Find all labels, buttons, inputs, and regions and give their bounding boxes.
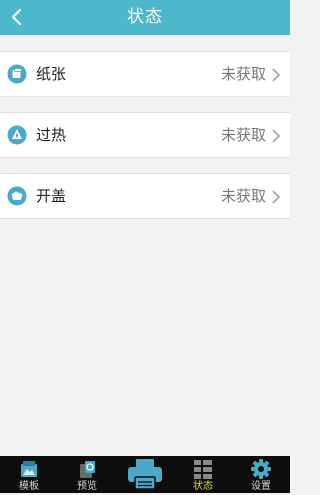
- status-row-cover-open[interactable]: 开盖 未获取: [0, 173, 290, 219]
- tab-label: 设置: [251, 481, 271, 492]
- tab-settings[interactable]: 设置: [232, 456, 290, 493]
- status-row-overheat[interactable]: 过热 未获取: [0, 112, 290, 158]
- status-label: 纸张: [36, 65, 67, 83]
- tab-template[interactable]: 模板: [0, 456, 58, 493]
- status-label: 过热: [36, 126, 67, 144]
- chevron-right-icon: [271, 128, 281, 143]
- tab-print[interactable]: [116, 456, 174, 493]
- tab-preview[interactable]: 预览: [58, 456, 116, 493]
- status-value: 未获取: [220, 126, 266, 144]
- status-label: 开盖: [36, 187, 67, 205]
- cover-open-icon: [7, 186, 27, 206]
- bottom-tab-bar: 模板 预览 状态 设置: [0, 456, 290, 493]
- tab-label: 模板: [19, 481, 39, 492]
- status-row-paper[interactable]: 纸张 未获取: [0, 51, 290, 97]
- chevron-right-icon: [271, 67, 281, 82]
- tab-label: 状态: [193, 481, 213, 492]
- tab-status[interactable]: 状态: [174, 456, 232, 493]
- page-title: 状态: [127, 7, 163, 27]
- status-value: 未获取: [220, 187, 266, 205]
- chevron-right-icon: [271, 189, 281, 204]
- printer-icon: [125, 457, 165, 495]
- paper-icon: [7, 64, 27, 84]
- tab-label: 预览: [77, 481, 97, 492]
- overheat-icon: [7, 125, 27, 145]
- status-value: 未获取: [220, 65, 266, 83]
- title-bar: 状态: [0, 0, 290, 35]
